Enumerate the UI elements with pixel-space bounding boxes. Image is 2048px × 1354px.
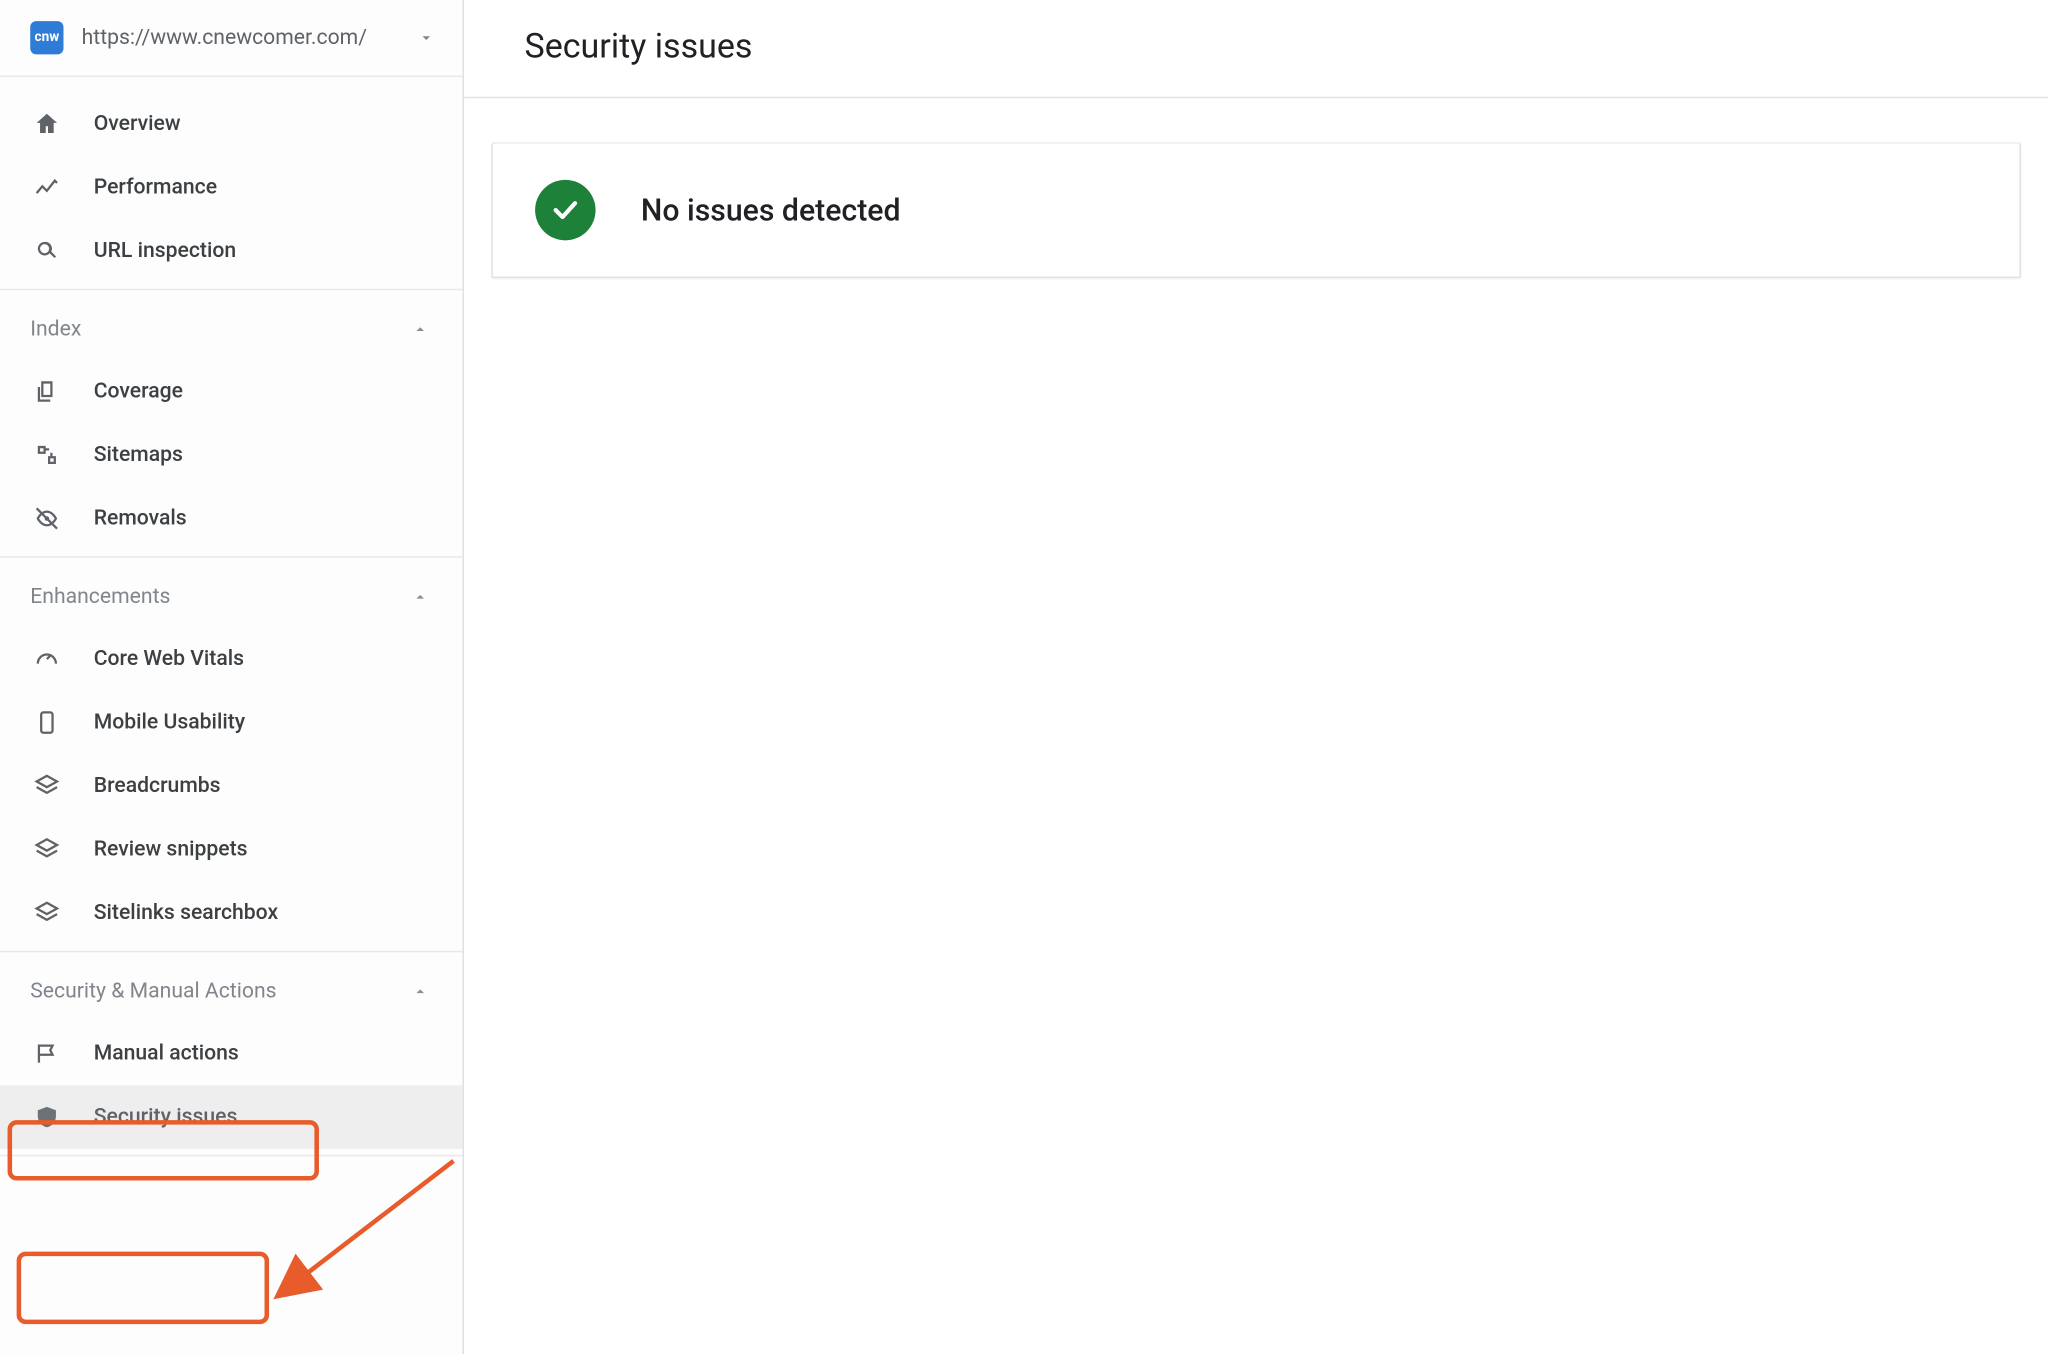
sidebar-item-label: Sitelinks searchbox <box>94 901 278 925</box>
sidebar-item-label: Security issues <box>94 1105 238 1129</box>
section-header-enhancements[interactable]: Enhancements <box>0 564 463 627</box>
sidebar-item-label: URL inspection <box>94 239 236 263</box>
sidebar-item-url-inspection[interactable]: URL inspection <box>0 219 463 282</box>
mobile-icon <box>30 709 63 736</box>
sidebar-item-sitelinks-searchbox[interactable]: Sitelinks searchbox <box>0 881 463 944</box>
sidebar-item-label: Review snippets <box>94 837 248 861</box>
shield-icon <box>30 1103 63 1130</box>
page-title: Security issues <box>525 27 1988 66</box>
property-selector[interactable]: cnw https://www.cnewcomer.com/ <box>0 0 463 77</box>
site-url: https://www.cnewcomer.com/ <box>82 26 399 50</box>
flag-icon <box>30 1040 63 1067</box>
site-favicon: cnw <box>30 21 63 54</box>
section-header-security[interactable]: Security & Manual Actions <box>0 958 463 1021</box>
sidebar-item-coverage[interactable]: Coverage <box>0 360 463 423</box>
sidebar-item-label: Manual actions <box>94 1041 239 1065</box>
sidebar-item-sitemaps[interactable]: Sitemaps <box>0 423 463 486</box>
check-circle-icon <box>535 180 595 240</box>
status-message: No issues detected <box>641 192 901 228</box>
sidebar-item-label: Mobile Usability <box>94 710 245 734</box>
sidebar-item-performance[interactable]: Performance <box>0 156 463 219</box>
main-body: No issues detected <box>464 100 2048 1354</box>
copy-icon <box>30 378 63 405</box>
sidebar-item-review-snippets[interactable]: Review snippets <box>0 818 463 881</box>
section-title: Enhancements <box>30 585 170 609</box>
sidebar-item-label: Removals <box>94 506 187 530</box>
chevron-down-icon <box>417 29 435 47</box>
section-title: Security & Manual Actions <box>30 980 276 1004</box>
nav-section-top: Overview Performance URL inspection <box>0 77 463 290</box>
chevron-up-icon <box>411 320 429 338</box>
nav-section-enhancements: Enhancements Core Web Vitals Mobile Usab… <box>0 558 463 953</box>
trend-icon <box>30 174 63 201</box>
sidebar-item-security-issues[interactable]: Security issues <box>0 1085 463 1148</box>
layers-icon <box>30 836 63 863</box>
chevron-up-icon <box>411 983 429 1001</box>
section-title: Index <box>30 317 81 341</box>
sidebar-item-label: Performance <box>94 175 217 199</box>
sitemap-icon <box>30 441 63 468</box>
sidebar-item-label: Core Web Vitals <box>94 647 244 671</box>
main-content: Security issues No issues detected <box>464 0 2048 1354</box>
sidebar-item-overview[interactable]: Overview <box>0 92 463 155</box>
nav-section-security: Security & Manual Actions Manual actions… <box>0 952 463 1156</box>
layers-icon <box>30 772 63 799</box>
search-icon <box>30 237 63 264</box>
sidebar-item-core-web-vitals[interactable]: Core Web Vitals <box>0 627 463 690</box>
main-header: Security issues <box>464 0 2048 98</box>
sidebar-item-manual-actions[interactable]: Manual actions <box>0 1022 463 1085</box>
home-icon <box>30 110 63 137</box>
sidebar-item-mobile-usability[interactable]: Mobile Usability <box>0 691 463 754</box>
sidebar-item-label: Coverage <box>94 379 183 403</box>
status-card: No issues detected <box>491 142 2021 278</box>
chevron-up-icon <box>411 588 429 606</box>
sidebar-item-label: Overview <box>94 112 181 136</box>
section-header-index[interactable]: Index <box>0 296 463 359</box>
sidebar-item-removals[interactable]: Removals <box>0 487 463 550</box>
sidebar: cnw https://www.cnewcomer.com/ Overview … <box>0 0 464 1354</box>
nav-section-index: Index Coverage Sitemaps <box>0 290 463 558</box>
layers-icon <box>30 899 63 926</box>
speed-icon <box>30 645 63 672</box>
sidebar-item-label: Sitemaps <box>94 443 183 467</box>
eye-off-icon <box>30 505 63 532</box>
sidebar-item-breadcrumbs[interactable]: Breadcrumbs <box>0 754 463 817</box>
sidebar-item-label: Breadcrumbs <box>94 774 221 798</box>
